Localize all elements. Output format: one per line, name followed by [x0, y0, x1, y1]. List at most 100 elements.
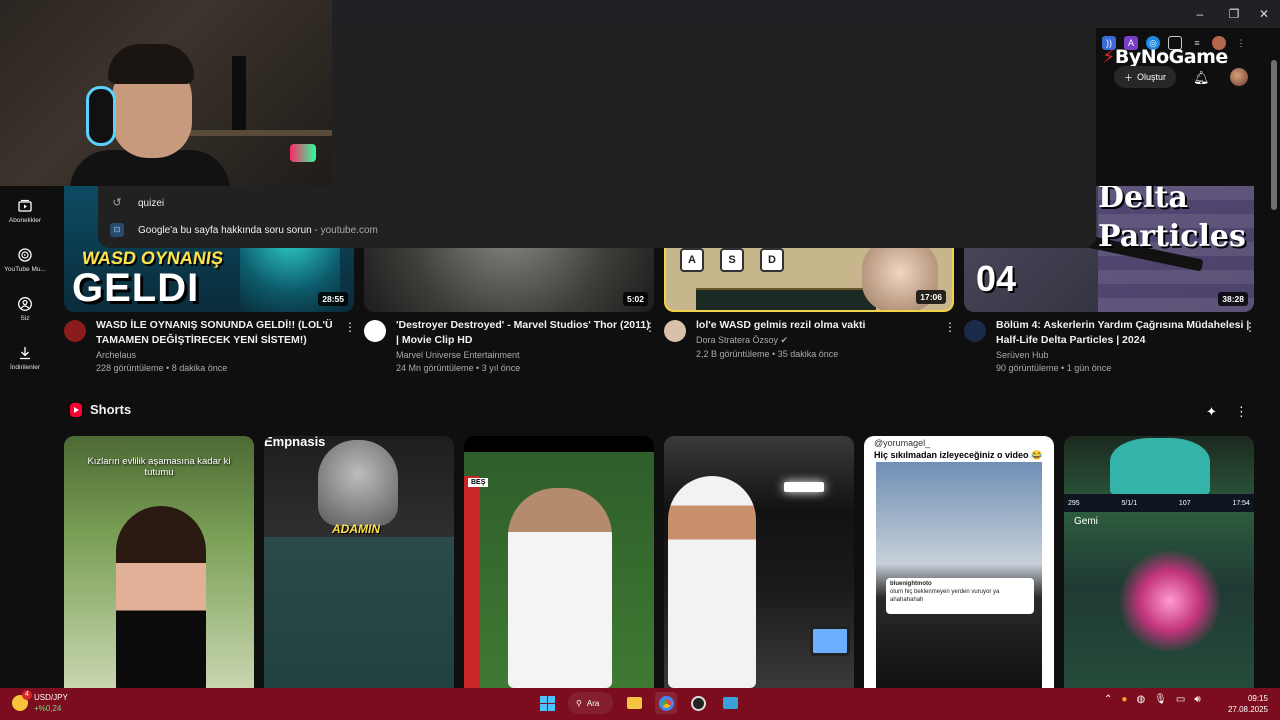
video-duration: 17:06: [916, 290, 946, 304]
hud-value: 107: [1178, 499, 1191, 507]
create-label: Oluştur: [1137, 72, 1167, 82]
tray-app-icon[interactable]: ●: [1121, 694, 1127, 705]
hud-value: 5/1/1: [1121, 499, 1138, 507]
short-art: [508, 488, 612, 688]
channel-avatar[interactable]: [64, 320, 86, 342]
comment-user: bluenightmoto: [890, 581, 932, 587]
keycap: S: [720, 248, 744, 272]
channel-name[interactable]: Serüven Hub: [996, 350, 1254, 360]
file-explorer-icon[interactable]: [623, 692, 645, 714]
verified-icon: ✔: [780, 335, 789, 345]
short-art: [810, 626, 850, 656]
video-stats: 228 görüntüleme • 8 dakika önce: [96, 363, 228, 373]
plus-icon: ＋: [1124, 72, 1134, 83]
short-thumbnail[interactable]: 295 5/1/1 107 17:54 Gemi: [1064, 436, 1254, 688]
webcam-art: [290, 144, 316, 162]
thumbnail-text: 04: [976, 258, 1017, 299]
suggestion-item[interactable]: ⊡ Google'a bu sayfa hakkında soru sorun …: [110, 217, 378, 243]
video-meta: lol'e WASD gelmis rezil olma vakti Dora …: [664, 318, 956, 359]
youtube-music-icon: [18, 247, 32, 262]
search-label: Ara: [586, 698, 600, 708]
short-caption: Hiç sıkılmadan izleyeceğiniz o video 😂: [874, 450, 1043, 460]
comment-text: olum hiç beklenmeyen yerden vuruyor ya a…: [890, 588, 1000, 603]
video-title[interactable]: WASD İLE OYNANIŞ SONUNDA GELDİ!! (LOL'Ü …: [96, 318, 354, 348]
widget-ticker[interactable]: USD/JPY +%0,24: [12, 690, 68, 714]
more-options-icon[interactable]: ⋮: [944, 320, 956, 334]
bell-icon[interactable]: 🔔︎: [1193, 70, 1210, 86]
short-thumbnail[interactable]: [664, 436, 854, 688]
short-thumbnail[interactable]: BEŞ: [464, 436, 654, 688]
video-duration: 28:55: [318, 292, 348, 306]
clock-date: 27.08.2025: [1227, 705, 1268, 714]
short-art: [876, 462, 1042, 688]
maximize-button[interactable]: ❐: [1219, 4, 1249, 24]
search-icon: ⚲: [576, 698, 582, 708]
game-hud: 295 5/1/1 107 17:54: [1064, 494, 1254, 512]
video-title[interactable]: 'Destroyer Destroyed' - Marvel Studios' …: [396, 318, 654, 348]
game-hud: [696, 288, 876, 310]
menu-icon[interactable]: ⋮: [1234, 36, 1248, 50]
chevron-up-icon[interactable]: ⌃: [1104, 694, 1112, 705]
video-stats: 90 görüntüleme • 1 gün önce: [996, 363, 1112, 373]
thumbnail-text: Delta Particles: [1098, 186, 1246, 254]
start-button[interactable]: [536, 692, 558, 714]
channel-name[interactable]: Archelaus: [96, 350, 354, 360]
section-title: Shorts: [90, 402, 132, 417]
more-options-icon[interactable]: ⋮: [1235, 404, 1248, 420]
channel-avatar[interactable]: [364, 320, 386, 342]
video-meta: 'Destroyer Destroyed' - Marvel Studios' …: [364, 318, 656, 373]
webcam-art: [232, 56, 246, 136]
microphone-icon[interactable]: 🎙︎: [1154, 694, 1167, 705]
clock-time: 09:15: [1247, 694, 1268, 703]
taskbar: USD/JPY +%0,24 ⚲ Ara ⌃ ● ◍ 🎙︎ ▭ 🔊︎: [0, 688, 1280, 720]
channel-name[interactable]: Marvel Universe Entertainment: [396, 350, 654, 360]
shorts-actions: ✦ ⋮: [1206, 404, 1248, 420]
sidebar-item-you[interactable]: Siz: [0, 284, 50, 333]
suggestion-text: quizei: [138, 197, 165, 209]
more-options-icon[interactable]: ⋮: [644, 320, 656, 334]
create-button[interactable]: ＋ Oluştur: [1114, 66, 1177, 88]
video-title[interactable]: lol'e WASD gelmis rezil olma vakti: [696, 318, 954, 333]
sidebar-item-label: YouTube Mu...: [4, 265, 46, 273]
scrollbar[interactable]: [1271, 60, 1277, 210]
sidebar-item-subscriptions[interactable]: Abonelikler: [0, 186, 50, 235]
sidebar: Abonelikler YouTube Mu... Siz İndirilenl…: [0, 186, 50, 382]
history-icon: ↺: [112, 197, 122, 209]
close-button[interactable]: ✕: [1249, 4, 1279, 24]
channel-name-row[interactable]: Dora Stratera Özsoy ✔: [696, 335, 954, 346]
shorts-remix-icon[interactable]: ✦: [1206, 404, 1217, 420]
webcam-overlay: [0, 0, 332, 186]
sidebar-item-label: Abonelikler: [8, 216, 42, 224]
short-thumbnail[interactable]: Empnasis ADAMIN: [264, 436, 454, 688]
short-thumbnail[interactable]: Kızların evlilik aşamasına kadar ki tutu…: [64, 436, 254, 688]
video-title[interactable]: Bölüm 4: Askerlerin Yardım Çağrısına Müd…: [996, 318, 1254, 348]
obs-icon[interactable]: [687, 692, 709, 714]
short-caption: Gemi: [1074, 516, 1098, 527]
short-art: [1110, 438, 1210, 496]
clock[interactable]: 09:15 27.08.2025: [1228, 693, 1268, 715]
suggestion-item[interactable]: ↺ quizei: [110, 190, 164, 216]
display-icon[interactable]: ▭: [1176, 694, 1185, 705]
short-caption: Kızların evlilik aşamasına kadar ki tutu…: [87, 456, 231, 478]
channel-avatar[interactable]: [664, 320, 686, 342]
bynogame-logo: ⚡ByNoGame: [1102, 46, 1228, 68]
sidebar-item-youtube-music[interactable]: YouTube Mu...: [0, 235, 50, 284]
minimize-button[interactable]: –: [1185, 4, 1215, 24]
tray-app-icon[interactable]: ◍: [1136, 694, 1145, 705]
app-icon[interactable]: [719, 692, 741, 714]
more-options-icon[interactable]: ⋮: [344, 320, 356, 334]
short-thumbnail[interactable]: @yorumagel_ Hiç sıkılmadan izleyeceğiniz…: [864, 436, 1054, 688]
volume-icon[interactable]: 🔊︎: [1194, 694, 1200, 705]
channel-name[interactable]: Dora Stratera Özsoy: [696, 335, 778, 345]
channel-avatar[interactable]: [964, 320, 986, 342]
avatar[interactable]: [1230, 68, 1248, 86]
score-tag: BEŞ: [468, 478, 489, 487]
sidebar-item-downloads[interactable]: İndirilenler: [0, 333, 50, 382]
taskbar-apps: ⚲ Ara: [536, 692, 741, 714]
more-options-icon[interactable]: ⋮: [1244, 320, 1256, 334]
suggestion-source: - youtube.com: [311, 224, 378, 236]
short-art: [116, 506, 206, 688]
taskbar-search[interactable]: ⚲ Ara: [568, 692, 614, 714]
chrome-icon[interactable]: [655, 692, 678, 714]
hud-value: 295: [1068, 499, 1080, 507]
